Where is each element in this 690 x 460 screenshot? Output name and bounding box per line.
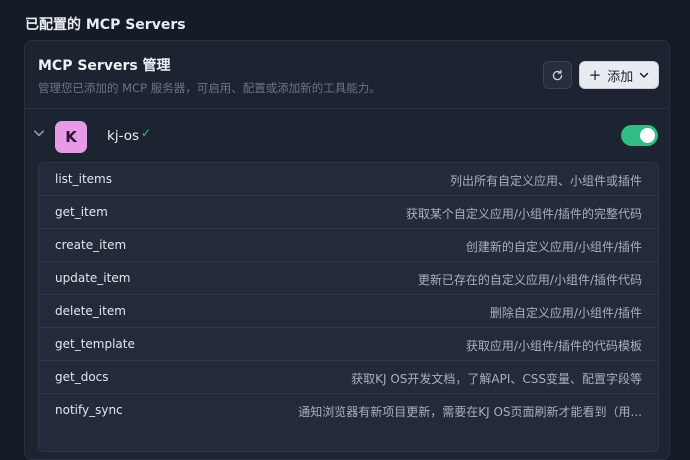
tool-description: 获取应用/小组件/插件的代码模板 bbox=[465, 339, 642, 353]
tool-row: get_item 获取某个自定义应用/小组件/插件的完整代码 bbox=[39, 196, 658, 229]
tool-row: get_docs 获取KJ OS开发文档，了解API、CSS变量、配置字段等 bbox=[39, 361, 658, 394]
tool-row: list_items 列出所有自定义应用、小组件或插件 bbox=[39, 163, 658, 196]
refresh-icon bbox=[552, 69, 563, 80]
tool-row: notify_sync 通知浏览器有新项目更新，需要在KJ OS页面刷新才能看到… bbox=[39, 394, 658, 427]
tool-row: get_template 获取应用/小组件/插件的代码模板 bbox=[39, 328, 658, 361]
tool-row: delete_item 删除自定义应用/小组件/插件 bbox=[39, 295, 658, 328]
tool-name: list_items bbox=[55, 172, 112, 186]
tool-description: 获取某个自定义应用/小组件/插件的完整代码 bbox=[405, 207, 642, 221]
tool-name: create_item bbox=[55, 238, 127, 252]
collapse-chevron-icon[interactable] bbox=[33, 127, 45, 139]
tool-description: 获取KJ OS开发文档，了解API、CSS变量、配置字段等 bbox=[351, 372, 642, 386]
tool-description: 创建新的自定义应用/小组件/插件 bbox=[465, 240, 642, 254]
tool-row: update_item 更新已存在的自定义应用/小组件/插件代码 bbox=[39, 262, 658, 295]
panel-title: MCP Servers 管理 bbox=[38, 58, 171, 74]
server-enabled-toggle[interactable] bbox=[621, 125, 658, 146]
server-avatar: K bbox=[55, 121, 87, 153]
mcp-servers-panel: MCP Servers 管理 管理您已添加的 MCP 服务器，可启用、配置或添加… bbox=[24, 40, 670, 460]
refresh-button[interactable] bbox=[543, 61, 572, 89]
panel-header: MCP Servers 管理 管理您已添加的 MCP 服务器，可启用、配置或添加… bbox=[25, 41, 669, 109]
tool-row: create_item 创建新的自定义应用/小组件/插件 bbox=[39, 229, 658, 262]
section-title: 已配置的 MCP Servers bbox=[25, 17, 186, 33]
tool-description: 删除自定义应用/小组件/插件 bbox=[489, 306, 642, 320]
tool-name: get_item bbox=[55, 205, 108, 219]
check-icon: ✓ bbox=[141, 126, 152, 140]
plus-icon: + bbox=[588, 65, 602, 84]
tool-name: notify_sync bbox=[55, 403, 123, 417]
tool-name: delete_item bbox=[55, 304, 126, 318]
tool-description: 列出所有自定义应用、小组件或插件 bbox=[449, 174, 642, 188]
chevron-down-icon bbox=[640, 72, 649, 78]
panel-subtitle: 管理您已添加的 MCP 服务器，可启用、配置或添加新的工具能力。 bbox=[38, 81, 381, 95]
toggle-knob bbox=[640, 128, 655, 143]
tool-description: 通知浏览器有新项目更新，需要在KJ OS页面刷新才能看到（用... bbox=[298, 405, 642, 419]
tool-name: update_item bbox=[55, 271, 131, 285]
tool-name: get_docs bbox=[55, 370, 109, 384]
tool-name: get_template bbox=[55, 337, 135, 351]
tool-description: 更新已存在的自定义应用/小组件/插件代码 bbox=[417, 273, 642, 287]
tools-list: list_items 列出所有自定义应用、小组件或插件 get_item 获取某… bbox=[38, 162, 659, 452]
server-name: kj-os bbox=[107, 128, 139, 144]
add-button-label: 添加 bbox=[607, 69, 634, 85]
add-server-button[interactable]: + 添加 bbox=[579, 61, 659, 89]
